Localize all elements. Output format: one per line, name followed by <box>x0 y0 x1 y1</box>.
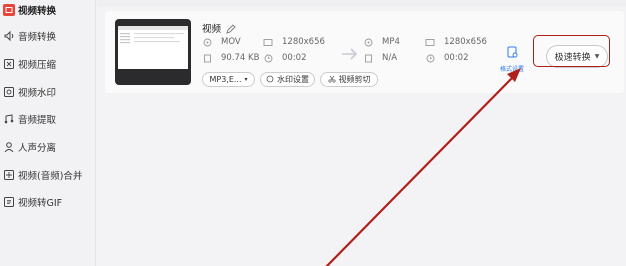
sidebar-item-video-watermark[interactable]: 视频水印 <box>0 80 96 104</box>
format-settings-icon <box>507 43 518 62</box>
source-size: 90.74 KB <box>202 53 259 63</box>
voice-separate-icon <box>3 141 15 153</box>
gif-icon <box>3 196 15 208</box>
sidebar-item-gif[interactable]: 视频转GIF <box>0 190 96 214</box>
audio-extract-icon <box>3 113 15 125</box>
resolution-icon <box>263 37 273 47</box>
sidebar-item-label: 视频(音频)合并 <box>18 171 83 182</box>
watermark-button[interactable]: 水印设置 <box>260 72 315 87</box>
target-duration: 00:02 <box>425 53 469 63</box>
sidebar-item-voice-separate[interactable]: 人声分离 <box>0 135 96 159</box>
sidebar-item-label: 视频转换 <box>18 6 57 17</box>
clock-icon <box>425 53 435 63</box>
sidebar-item-label: 视频压缩 <box>18 60 57 71</box>
merge-icon <box>3 169 15 181</box>
cut-label: 视频剪切 <box>338 75 371 84</box>
source-duration: 00:02 <box>263 53 307 63</box>
target-resolution: 1280x656 <box>425 37 487 47</box>
scissors-icon <box>327 75 336 85</box>
source-duration-value: 00:02 <box>282 53 307 63</box>
sidebar-item-label: 视频水印 <box>18 88 57 99</box>
target-size-value: N/A <box>382 53 398 63</box>
sidebar-item-video-compress[interactable]: 视频压缩 <box>0 52 96 76</box>
sidebar-item-label: 人声分离 <box>18 143 57 154</box>
annotation-highlight-box <box>533 35 610 67</box>
size-icon <box>202 53 212 63</box>
source-format: MOV <box>202 37 241 47</box>
format-icon <box>363 37 373 47</box>
sidebar-item-label: 音频提取 <box>18 115 57 126</box>
source-size-value: 90.74 KB <box>221 53 260 63</box>
convert-arrow-icon <box>341 46 359 65</box>
sidebar-item-label: 视频转GIF <box>18 198 63 209</box>
cut-button[interactable]: 视频剪切 <box>320 72 378 87</box>
format-select-value: MP3,E... <box>209 75 242 84</box>
sidebar-item-video-convert[interactable]: 视频转换 <box>0 0 96 22</box>
target-format-value: MP4 <box>382 37 400 47</box>
video-compress-icon <box>3 58 15 70</box>
format-settings-button[interactable]: 格式设置 <box>497 43 527 73</box>
sidebar-item-audio-convert[interactable]: 音频转换 <box>0 24 96 48</box>
chevron-down-icon: ▾ <box>244 76 248 83</box>
target-resolution-value: 1280x656 <box>444 37 487 47</box>
watermark-icon <box>266 75 274 85</box>
source-resolution: 1280x656 <box>263 37 325 47</box>
thumbnail-screen <box>118 26 188 69</box>
file-name: 视频 <box>202 24 222 35</box>
top-tab-strip <box>97 0 626 7</box>
format-select[interactable]: MP3,E... ▾ <box>202 72 255 87</box>
target-format: MP4 <box>363 37 400 47</box>
watermark-label: 水印设置 <box>277 75 309 84</box>
sidebar-item-label: 音频转换 <box>18 32 57 43</box>
video-thumbnail[interactable] <box>115 19 191 85</box>
clock-icon <box>263 53 273 63</box>
sidebar-item-merge[interactable]: 视频(音频)合并 <box>0 163 96 187</box>
video-convert-icon <box>3 4 15 16</box>
resolution-icon <box>425 37 435 47</box>
target-duration-value: 00:02 <box>444 53 469 63</box>
source-format-value: MOV <box>221 37 241 47</box>
sidebar-item-audio-extract[interactable]: 音频提取 <box>0 107 96 131</box>
target-size: N/A <box>363 53 397 63</box>
video-watermark-icon <box>3 86 15 98</box>
sidebar: 视频转换 音频转换 视频压缩 视频水印 音频提取 人声分离 视频(音频)合并 视… <box>0 0 96 266</box>
format-icon <box>202 37 212 47</box>
format-settings-label: 格式设置 <box>499 66 524 73</box>
source-resolution-value: 1280x656 <box>282 37 325 47</box>
size-icon <box>363 53 373 63</box>
audio-convert-icon <box>3 30 15 42</box>
